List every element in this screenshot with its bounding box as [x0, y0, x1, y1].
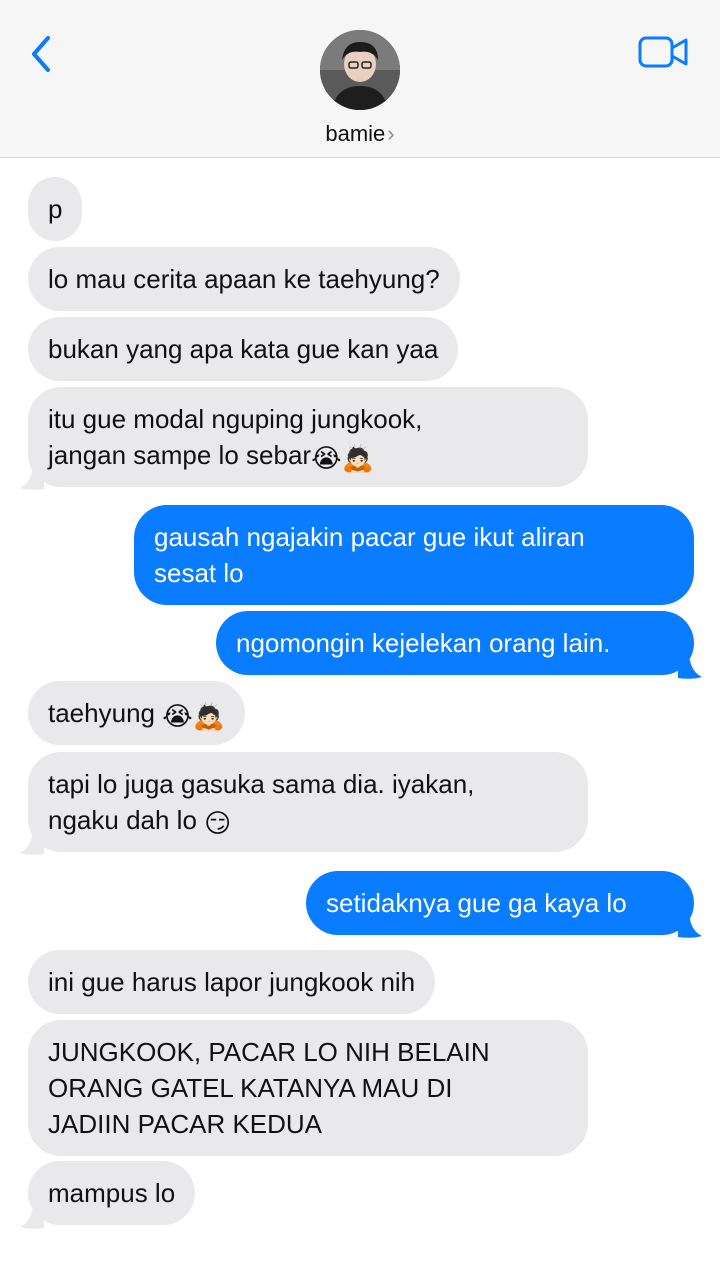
message-line: ORANG GATEL KATANYA MAU DI	[48, 1073, 453, 1103]
contact-name-button[interactable]: bamie›	[0, 121, 720, 147]
crying-face-emoji: 😭	[311, 443, 342, 473]
message-text: p	[48, 194, 63, 224]
bubble-tail	[20, 471, 44, 490]
message-line: tapi lo juga gasuka sama dia. iyakan,	[48, 769, 475, 799]
message-text: setidaknya gue ga kaya lo	[326, 888, 627, 918]
received-message[interactable]: itu gue modal nguping jungkook, jangan s…	[28, 387, 588, 487]
bubble-tail	[20, 1210, 44, 1229]
message-text: taehyung	[48, 698, 155, 728]
message-text: ini gue harus lapor jungkook nih	[48, 967, 416, 997]
message-line: ngaku dah lo 😏	[48, 802, 568, 838]
contact-name: bamie	[325, 121, 386, 146]
received-message[interactable]: JUNGKOOK, PACAR LO NIH BELAIN ORANG GATE…	[28, 1020, 588, 1156]
smirking-face-emoji: 😏	[204, 808, 232, 838]
received-message[interactable]: ini gue harus lapor jungkook nih	[28, 950, 436, 1014]
sent-message[interactable]: gausah ngajakin pacar gue ikut aliran se…	[134, 505, 694, 605]
bubble-tail	[678, 660, 702, 679]
message-line: jangan sampe lo sebar😭🙇🏻	[48, 437, 568, 473]
received-message[interactable]: lo mau cerita apaan ke taehyung?	[28, 247, 460, 311]
contact-photo	[320, 30, 400, 110]
message-text: mampus lo	[48, 1178, 176, 1208]
message-text: ngomongin kejelekan orang lain.	[236, 628, 611, 658]
message-text: ngaku dah lo	[48, 805, 197, 835]
sent-message[interactable]: ngomongin kejelekan orang lain.	[216, 611, 694, 675]
received-message[interactable]: mampus lo	[28, 1161, 196, 1225]
bowing-person-emoji: 🙇🏻	[192, 701, 225, 731]
video-call-button[interactable]	[636, 34, 692, 72]
crying-face-emoji: 😭	[162, 701, 193, 731]
video-camera-icon	[638, 36, 688, 68]
received-message[interactable]: p	[28, 177, 83, 241]
bubble-tail	[678, 919, 702, 938]
chevron-right-icon: ›	[387, 121, 395, 146]
bowing-person-emoji: 🙇🏻	[341, 443, 374, 473]
received-message[interactable]: taehyung 😭🙇🏻	[28, 681, 245, 745]
avatar[interactable]	[320, 30, 400, 110]
message-text: jangan sampe lo sebar	[48, 440, 312, 470]
sent-message[interactable]: setidaknya gue ga kaya lo	[306, 871, 694, 935]
message-text: lo mau cerita apaan ke taehyung?	[48, 264, 440, 294]
back-button[interactable]	[26, 32, 62, 76]
message-line: gausah ngajakin pacar gue ikut aliran	[154, 522, 585, 552]
conversation-header: bamie›	[0, 0, 720, 158]
received-message[interactable]: bukan yang apa kata gue kan yaa	[28, 317, 459, 381]
message-line: JADIIN PACAR KEDUA	[48, 1109, 323, 1139]
message-line: itu gue modal nguping jungkook,	[48, 404, 423, 434]
message-text: bukan yang apa kata gue kan yaa	[48, 334, 439, 364]
received-message[interactable]: tapi lo juga gasuka sama dia. iyakan, ng…	[28, 752, 588, 852]
message-line: JUNGKOOK, PACAR LO NIH BELAIN	[48, 1037, 490, 1067]
message-line: sesat lo	[154, 558, 244, 588]
bubble-tail	[20, 836, 44, 855]
chevron-left-icon	[32, 36, 50, 72]
